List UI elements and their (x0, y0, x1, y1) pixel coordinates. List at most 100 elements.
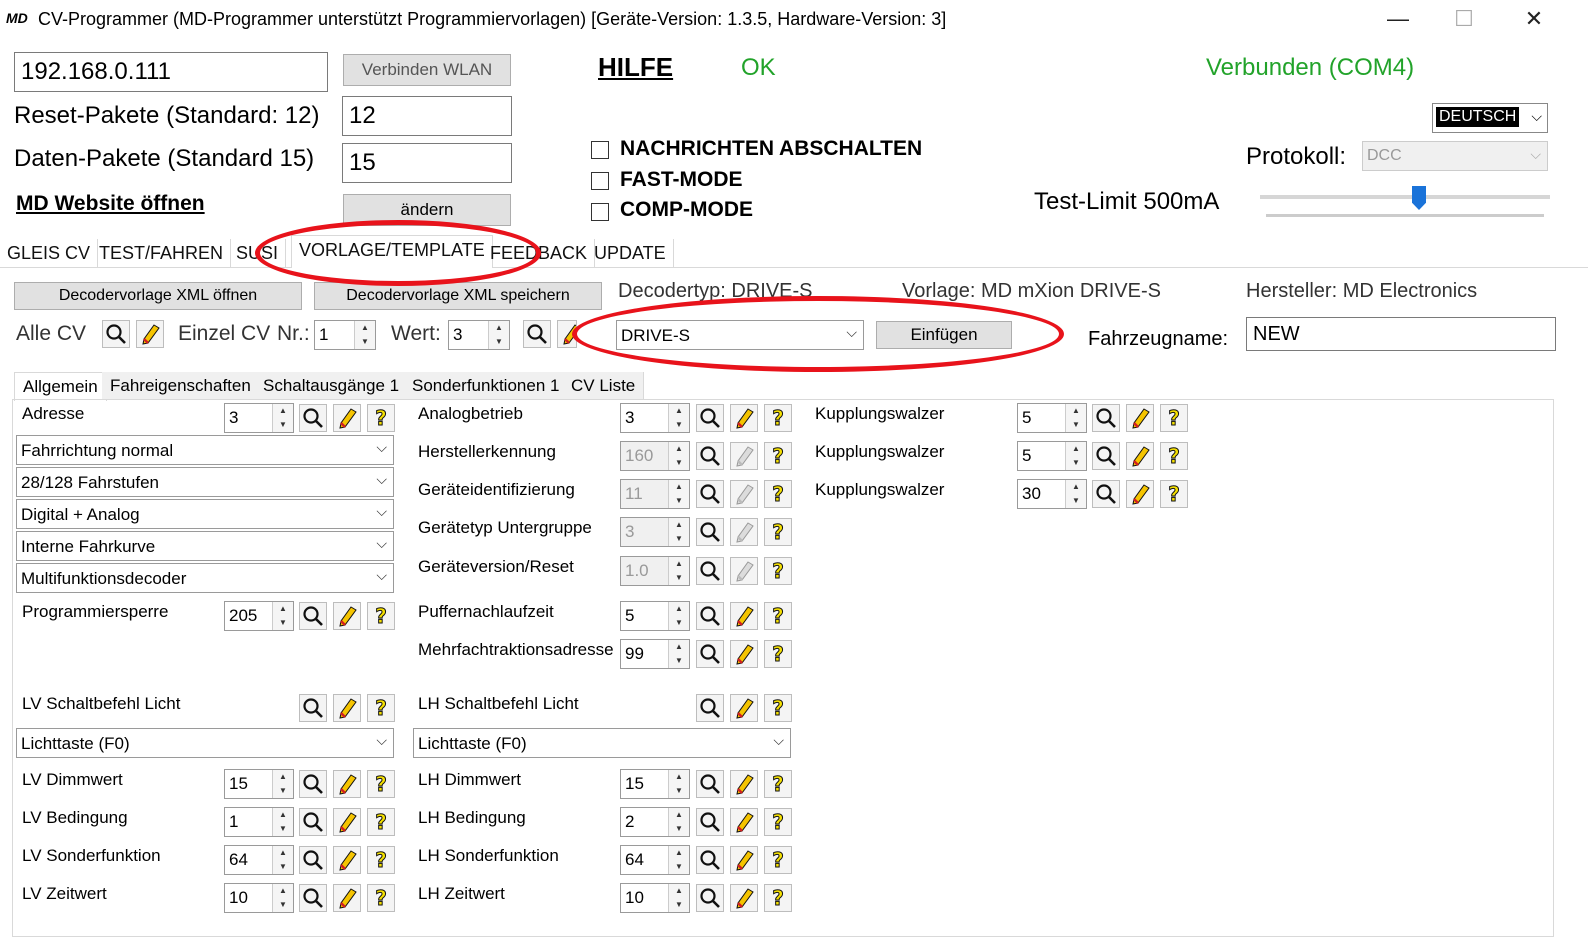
lv-schaltbefehl-select[interactable]: Lichttaste (F0) ⌵ (16, 728, 394, 758)
kupplungswalzer-0-write-button[interactable] (1126, 404, 1154, 432)
md-website-link[interactable]: MD Website öffnen (16, 192, 205, 216)
col2-row-5-read-button[interactable] (696, 602, 724, 630)
spinner-arrows-icon[interactable]: ▲ ▼ (1065, 480, 1086, 508)
lh-schaltbefehl-select[interactable]: Lichttaste (F0) ⌵ (413, 728, 791, 758)
col2-row-1-write-button[interactable] (730, 442, 758, 470)
col2-row-2-help-button[interactable]: ? (764, 480, 792, 508)
aendern-button[interactable]: ändern (343, 194, 511, 226)
lh-row-3-help-button[interactable]: ? (764, 884, 792, 912)
einfuegen-button[interactable]: Einfügen (876, 321, 1012, 349)
col2-row-6-read-button[interactable] (696, 640, 724, 668)
kupplungswalzer-1-read-button[interactable] (1092, 442, 1120, 470)
kupplungswalzer-0-help-button[interactable]: ? (1160, 404, 1188, 432)
col2-row-0-help-button[interactable]: ? (764, 404, 792, 432)
col2-row-4-stepper[interactable]: 1.0 ▲ ▼ (620, 556, 690, 586)
decodertyp-select[interactable]: Multifunktionsdecoder ⌵ (16, 563, 394, 593)
tab-feedback[interactable]: FEEDBACK (483, 239, 596, 267)
spinner-arrows-icon[interactable]: ▲ ▼ (272, 884, 293, 912)
lh-row-1-stepper[interactable]: 2 ▲ ▼ (620, 807, 690, 837)
spinner-arrows-icon[interactable]: ▲ ▼ (668, 640, 689, 668)
tab-gleis-cv[interactable]: GLEIS CV (0, 239, 99, 267)
lh-schaltbefehl-read-button[interactable] (696, 694, 724, 722)
col2-row-3-stepper[interactable]: 3 ▲ ▼ (620, 517, 690, 547)
programmiersperre-stepper[interactable]: 205 ▲ ▼ (224, 601, 294, 631)
tab-update[interactable]: UPDATE (587, 239, 674, 267)
col2-row-5-write-button[interactable] (730, 602, 758, 630)
lv-row-2-help-button[interactable]: ? (367, 846, 395, 874)
lv-row-2-stepper[interactable]: 64 ▲ ▼ (224, 845, 294, 875)
spinner-arrows-icon[interactable]: ▲ ▼ (1065, 442, 1086, 470)
fahrzeugname-input[interactable]: NEW (1246, 317, 1556, 351)
programmiersperre-write-button[interactable] (333, 602, 361, 630)
lh-row-1-help-button[interactable]: ? (764, 808, 792, 836)
save-xml-button[interactable]: Decodervorlage XML speichern (314, 282, 602, 310)
lh-row-2-write-button[interactable] (730, 846, 758, 874)
lh-row-3-read-button[interactable] (696, 884, 724, 912)
fahrrichtung-select[interactable]: Fahrrichtung normal ⌵ (16, 435, 394, 465)
decoder-type-select[interactable]: DRIVE-S ⌵ (616, 320, 864, 350)
slider-thumb[interactable] (1412, 186, 1426, 210)
lh-row-1-write-button[interactable] (730, 808, 758, 836)
spinner-arrows-icon[interactable]: ▲ ▼ (668, 518, 689, 546)
tab-vorlage-template[interactable]: VORLAGE/TEMPLATE (291, 235, 493, 268)
col2-row-4-write-button[interactable] (730, 557, 758, 585)
test-limit-slider[interactable] (1260, 186, 1550, 222)
col2-row-5-stepper[interactable]: 5 ▲ ▼ (620, 601, 690, 631)
col2-row-0-read-button[interactable] (696, 404, 724, 432)
fahrkurve-select[interactable]: Interne Fahrkurve ⌵ (16, 531, 394, 561)
col2-row-3-write-button[interactable] (730, 518, 758, 546)
col2-row-6-write-button[interactable] (730, 640, 758, 668)
spinner-arrows-icon[interactable]: ▲ ▼ (668, 557, 689, 585)
spinner-arrows-icon[interactable]: ▲ ▼ (272, 770, 293, 798)
lh-row-0-stepper[interactable]: 15 ▲ ▼ (620, 769, 690, 799)
lv-schaltbefehl-read-button[interactable] (299, 694, 327, 722)
lv-row-3-help-button[interactable]: ? (367, 884, 395, 912)
alle-cv-write-button[interactable] (136, 320, 164, 348)
lh-schaltbefehl-help-button[interactable]: ? (764, 694, 792, 722)
cv-number-stepper[interactable]: 1 ▲ ▼ (314, 320, 376, 350)
col2-row-1-help-button[interactable]: ? (764, 442, 792, 470)
lv-row-0-stepper[interactable]: 15 ▲ ▼ (224, 769, 294, 799)
kupplungswalzer-2-help-button[interactable]: ? (1160, 480, 1188, 508)
lv-row-3-read-button[interactable] (299, 884, 327, 912)
fahrstufen-select[interactable]: 28/128 Fahrstufen ⌵ (16, 467, 394, 497)
lv-row-3-write-button[interactable] (333, 884, 361, 912)
kupplungswalzer-2-stepper[interactable]: 30 ▲ ▼ (1017, 479, 1087, 509)
einzel-cv-write-button[interactable] (557, 320, 577, 348)
kupplungswalzer-2-write-button[interactable] (1126, 480, 1154, 508)
language-select[interactable]: DEUTSCH ⌵ (1432, 103, 1548, 133)
col2-row-3-read-button[interactable] (696, 518, 724, 546)
programmiersperre-read-button[interactable] (299, 602, 327, 630)
lv-row-1-write-button[interactable] (333, 808, 361, 836)
adresse-read-button[interactable] (299, 404, 327, 432)
adresse-help-button[interactable]: ? (367, 404, 395, 432)
lh-row-1-read-button[interactable] (696, 808, 724, 836)
lh-row-0-help-button[interactable]: ? (764, 770, 792, 798)
col2-row-5-help-button[interactable]: ? (764, 602, 792, 630)
ip-address-input[interactable]: 192.168.0.111 (14, 52, 328, 92)
spinner-arrows-icon[interactable]: ▲ ▼ (668, 480, 689, 508)
open-xml-button[interactable]: Decodervorlage XML öffnen (14, 282, 302, 310)
lv-row-3-stepper[interactable]: 10 ▲ ▼ (224, 883, 294, 913)
lv-row-2-read-button[interactable] (299, 846, 327, 874)
alle-cv-read-button[interactable] (102, 320, 130, 348)
betriebsart-select[interactable]: Digital + Analog ⌵ (16, 499, 394, 529)
spinner-arrows-icon[interactable]: ▲ ▼ (1065, 404, 1086, 432)
lh-row-2-stepper[interactable]: 64 ▲ ▼ (620, 845, 690, 875)
spinner-arrows-icon[interactable]: ▲ ▼ (272, 602, 293, 630)
col2-row-2-write-button[interactable] (730, 480, 758, 508)
lh-row-0-write-button[interactable] (730, 770, 758, 798)
col2-row-2-read-button[interactable] (696, 480, 724, 508)
close-button[interactable]: ✕ (1514, 4, 1554, 34)
connect-wlan-button[interactable]: Verbinden WLAN (343, 54, 511, 86)
kupplungswalzer-1-help-button[interactable]: ? (1160, 442, 1188, 470)
spinner-arrows-icon[interactable]: ▲ ▼ (272, 404, 293, 432)
subtab-fahreigenschaften[interactable]: Fahreigenschaften (102, 372, 260, 400)
subtab-allgemein[interactable]: Allgemein (14, 372, 107, 401)
spinner-arrows-icon[interactable]: ▲ ▼ (668, 884, 689, 912)
einzel-cv-read-button[interactable] (523, 320, 551, 348)
comp-mode-checkbox[interactable] (591, 203, 609, 221)
lh-row-3-write-button[interactable] (730, 884, 758, 912)
spinner-arrows-icon[interactable]: ▲ ▼ (668, 602, 689, 630)
spinner-arrows-icon[interactable]: ▲ ▼ (354, 321, 375, 349)
